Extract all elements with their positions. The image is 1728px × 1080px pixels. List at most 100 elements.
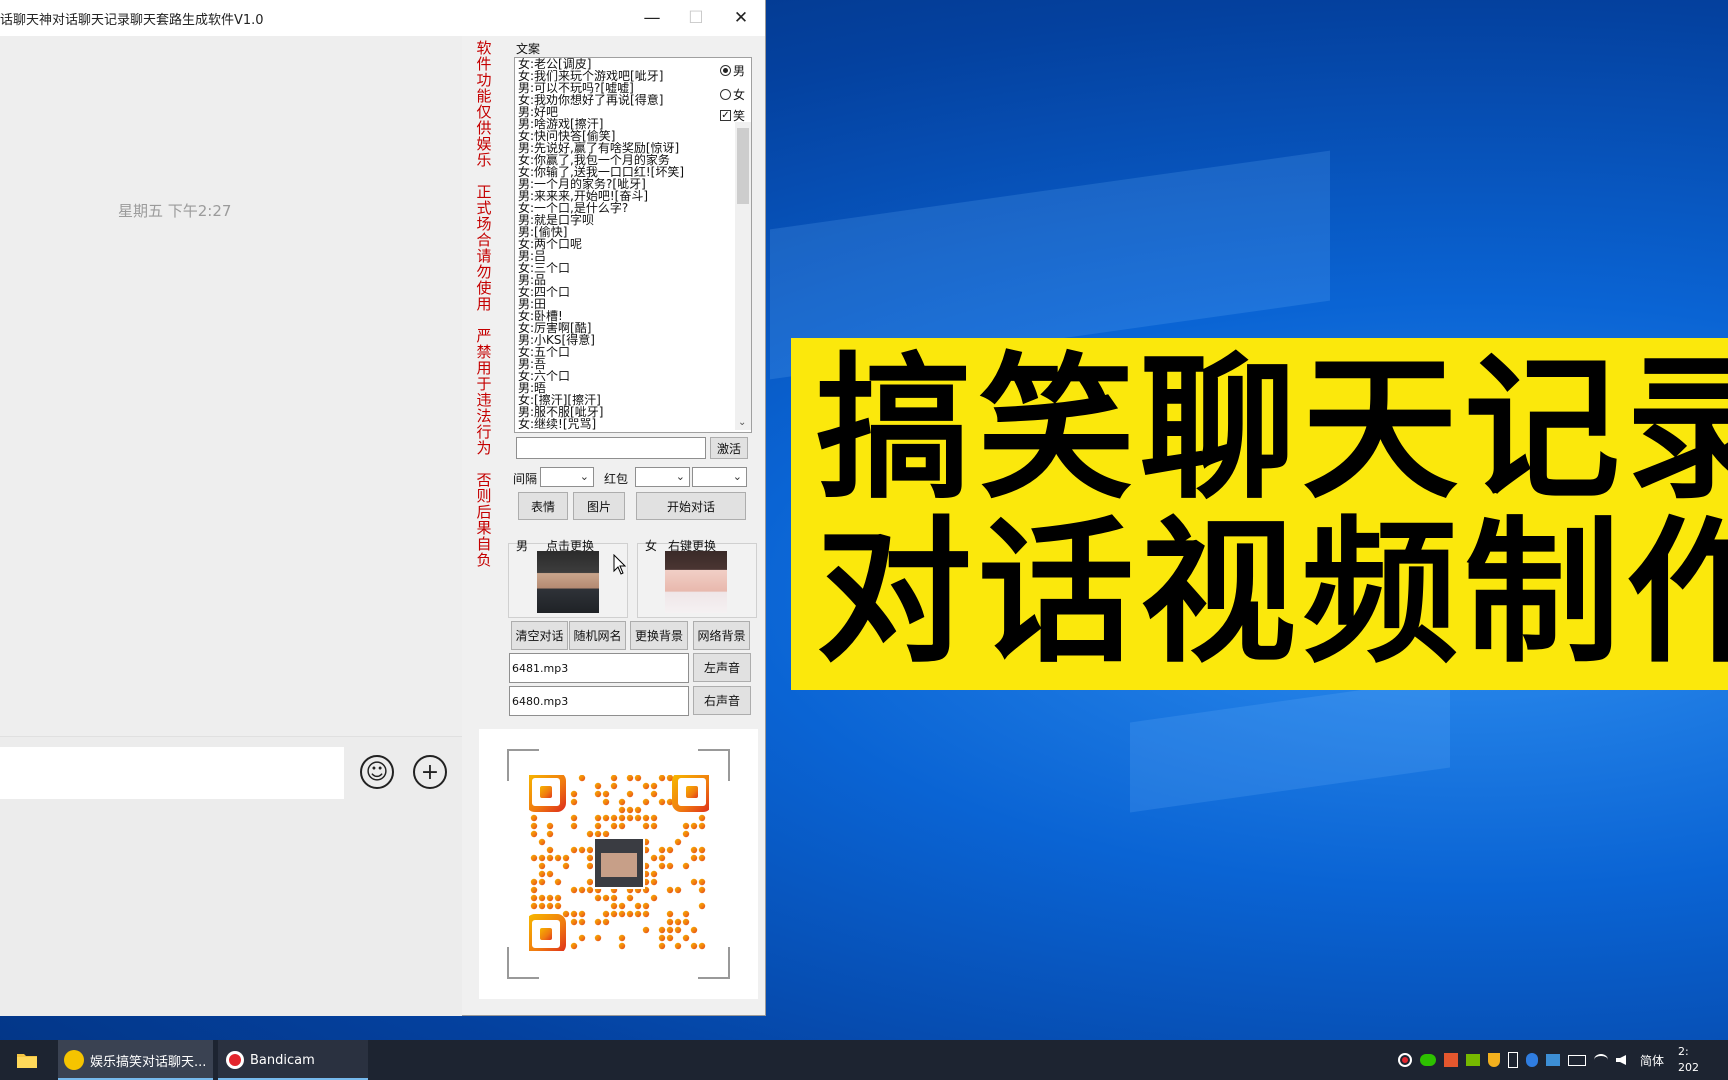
script-line: 男:小KS[得意] <box>518 334 595 346</box>
app-tray-icon[interactable] <box>1444 1053 1458 1067</box>
script-line: 男:一个月的家务?[呲牙] <box>518 178 646 190</box>
maximize-button[interactable]: ☐ <box>674 0 718 36</box>
wechat-icon[interactable] <box>1420 1054 1436 1066</box>
warning-app-icon <box>64 1050 84 1070</box>
laugh-checkbox[interactable]: ✓ 笑 <box>720 107 745 124</box>
script-scrollbar[interactable]: ⌄ <box>735 122 751 430</box>
qr-dot <box>698 814 706 822</box>
qr-dot <box>554 854 562 862</box>
qr-dot <box>530 902 538 910</box>
taskbar-app-chat-tool[interactable]: 娱乐搞笑对话聊天... <box>58 1040 213 1080</box>
file-explorer-button[interactable] <box>0 1040 54 1080</box>
wifi-icon[interactable] <box>1594 1054 1608 1066</box>
clear-dialog-button[interactable]: 清空对话 <box>511 621 568 650</box>
qr-dot <box>666 918 674 926</box>
right-sound-button[interactable]: 右声音 <box>693 686 751 715</box>
taskbar-app-bandicam[interactable]: Bandicam <box>218 1040 368 1080</box>
qr-dot <box>642 902 650 910</box>
qr-dot <box>554 878 562 886</box>
network-adapter-icon[interactable] <box>1546 1054 1560 1066</box>
script-lines: 女:老公[调皮] 女:我们来玩个游戏吧[呲牙] 男:可以不玩吗?[嘘嘘] 女:我劝你想… <box>518 58 718 430</box>
qr-dot <box>602 814 610 822</box>
script-line: 男:田 <box>518 298 547 310</box>
script-line: 男:服不服[呲牙] <box>518 406 604 418</box>
male-avatar[interactable] <box>537 551 599 613</box>
bluetooth-icon[interactable] <box>1526 1053 1538 1067</box>
radio-male[interactable]: 男 <box>720 62 745 79</box>
qr-dot <box>610 814 618 822</box>
qr-dot <box>626 775 634 782</box>
emoji-button[interactable]: ☺ <box>360 755 394 789</box>
qr-dot <box>578 886 586 894</box>
emoji-picker-button[interactable]: 表情 <box>518 492 568 520</box>
script-textarea[interactable]: 女:老公[调皮] 女:我们来玩个游戏吧[呲牙] 男:可以不玩吗?[嘘嘘] 女:我劝你想… <box>514 57 752 433</box>
redpacket-select-2[interactable]: ⌄ <box>692 467 747 487</box>
plus-button[interactable]: + <box>413 755 447 789</box>
female-avatar[interactable] <box>665 551 727 613</box>
random-name-button[interactable]: 随机网名 <box>569 621 626 650</box>
disclaimer-line: 正式场合请勿使用 <box>476 183 492 313</box>
qr-dot <box>642 782 650 790</box>
change-background-button[interactable]: 更换背景 <box>630 621 688 650</box>
qr-dot <box>658 846 666 854</box>
redpacket-select-1[interactable]: ⌄ <box>635 467 690 487</box>
close-button[interactable]: ✕ <box>719 0 763 36</box>
qr-dot <box>570 822 578 830</box>
qr-dot <box>578 846 586 854</box>
script-line: 女:六个口 <box>518 370 571 382</box>
qr-dot <box>690 822 698 830</box>
activate-button[interactable]: 激活 <box>710 437 748 459</box>
qr-dot <box>682 862 690 870</box>
script-line: 男:啥游戏[擦汗] <box>518 118 604 130</box>
start-dialog-button[interactable]: 开始对话 <box>636 492 746 520</box>
qr-dot <box>578 918 586 926</box>
script-line: 男:[偷快] <box>518 226 568 238</box>
disclaimer-line: 软件功能仅供娱乐 <box>476 39 492 169</box>
qr-dot <box>650 894 658 902</box>
usb-icon[interactable] <box>1508 1052 1518 1068</box>
redpacket-label: 红包 <box>604 472 629 486</box>
script-line: 男:晤 <box>518 382 547 394</box>
chat-message-input[interactable] <box>0 747 344 799</box>
scroll-thumb[interactable] <box>737 128 749 204</box>
qr-dot <box>618 814 626 822</box>
qr-dot <box>586 854 594 862</box>
shield-icon[interactable] <box>1488 1053 1500 1067</box>
radio-male-label: 男 <box>733 64 746 78</box>
qr-dot <box>538 870 546 878</box>
interval-select[interactable]: ⌄ <box>540 467 594 487</box>
left-sound-file[interactable]: 6481.mp3 <box>509 653 689 683</box>
disclaimer-line: 否则后果自负 <box>476 471 492 569</box>
radio-female-indicator[interactable] <box>720 89 731 100</box>
web-background-button[interactable]: 网络背景 <box>693 621 750 650</box>
title-bar[interactable]: 话聊天神对话聊天记录聊天套路生成软件V1.0 — ☐ ✕ <box>0 0 765 36</box>
qr-dot <box>698 846 706 854</box>
qr-dot <box>626 910 634 918</box>
battery-icon[interactable] <box>1568 1054 1586 1066</box>
qr-dot <box>602 910 610 918</box>
ime-indicator[interactable]: 简体 <box>1640 1052 1664 1069</box>
minimize-button[interactable]: — <box>630 0 674 36</box>
qr-dot <box>626 790 634 798</box>
qr-dot <box>690 878 698 886</box>
nvidia-icon[interactable] <box>1466 1054 1480 1066</box>
left-sound-button[interactable]: 左声音 <box>693 653 751 682</box>
image-button[interactable]: 图片 <box>573 492 625 520</box>
volume-icon[interactable] <box>1616 1055 1626 1065</box>
qr-dot <box>650 782 658 790</box>
radio-male-indicator[interactable] <box>720 65 731 76</box>
qr-dot <box>666 934 674 942</box>
check-icon[interactable]: ✓ <box>720 110 731 121</box>
right-sound-file[interactable]: 6480.mp3 <box>509 686 689 716</box>
qr-dot <box>618 806 626 814</box>
qr-dot <box>530 854 538 862</box>
qr-dot <box>650 878 658 886</box>
clock[interactable]: 2: 202 <box>1678 1044 1699 1076</box>
scroll-down-icon[interactable]: ⌄ <box>738 417 746 428</box>
record-tray-icon[interactable] <box>1398 1053 1412 1067</box>
activation-code-input[interactable] <box>516 437 706 459</box>
qr-dot <box>690 846 698 854</box>
radio-female[interactable]: 女 <box>720 86 745 103</box>
wallpaper-beam <box>1130 677 1450 813</box>
script-line: 男:吕 <box>518 250 547 262</box>
